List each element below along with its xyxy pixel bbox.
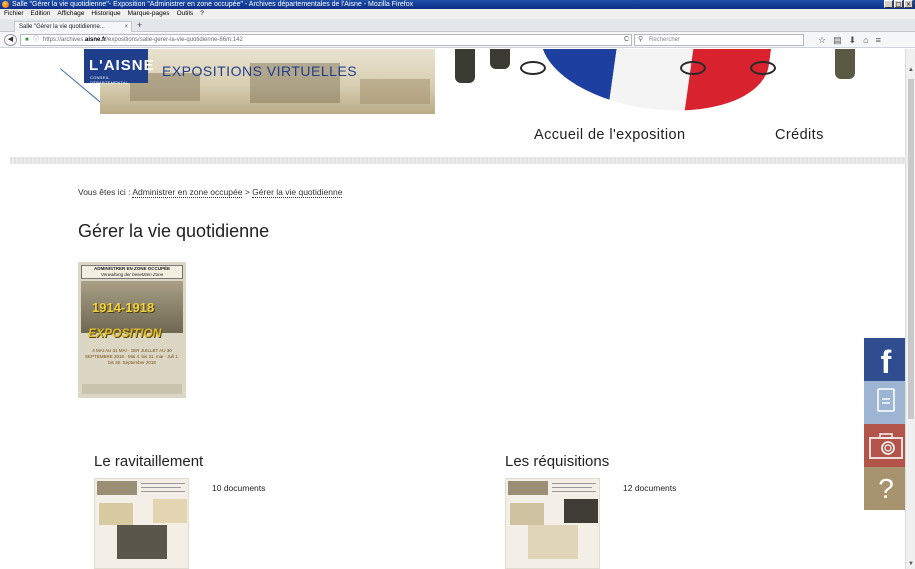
url-prefix: https://archives. — [43, 37, 86, 43]
menu-marque-pages[interactable]: Marque-pages — [128, 9, 170, 19]
breadcrumb-separator: > — [244, 187, 250, 197]
menu-bar: Fichier Edition Affichage Historique Mar… — [0, 9, 915, 19]
scroll-down-icon[interactable]: ▼ — [908, 561, 914, 567]
section-thumbnail-ravitaillement[interactable] — [94, 478, 189, 569]
page-title: Gérer la vie quotidienne — [78, 221, 270, 241]
logo-text: L'AISNE — [89, 57, 155, 74]
breadcrumb-prefix: Vous êtes ici : — [78, 187, 131, 197]
menu-historique[interactable]: Historique — [91, 9, 120, 19]
navigation-bar: ◀ ⓘ ■ https://archives.aisne.fr/expositi… — [0, 32, 915, 48]
maximize-button[interactable]: □ — [894, 0, 903, 8]
breadcrumb: Vous êtes ici : Administrer en zone occu… — [78, 187, 343, 198]
poster-expo-word: EXPOSITION — [88, 326, 162, 340]
search-placeholder: Rechercher — [649, 37, 681, 43]
window-controls: _ □ × — [884, 0, 913, 8]
lock-icon: ■ — [25, 37, 29, 43]
url-path: /expositions/salle-gerer-la-vie-quotidie… — [106, 37, 243, 43]
bookmark-star-icon[interactable]: ☆ — [818, 34, 826, 46]
tab-close-icon[interactable]: × — [124, 22, 128, 32]
camera-icon — [869, 433, 903, 459]
section-count-requisitions: 12 documents — [623, 483, 677, 493]
section-title-ravitaillement[interactable]: Le ravitaillement — [94, 453, 203, 470]
menu-outils[interactable]: Outils — [177, 9, 194, 19]
section-title-requisitions[interactable]: Les réquisitions — [505, 453, 609, 470]
hamburger-menu-icon[interactable]: ≡ — [876, 34, 881, 46]
window-titlebar: Salle "Gérer la vie quotidienne"- Exposi… — [0, 0, 915, 9]
menu-affichage[interactable]: Affichage — [57, 9, 84, 19]
help-button[interactable]: ? — [864, 467, 908, 510]
info-icon[interactable]: ⓘ — [33, 35, 39, 45]
nav-home-exposition[interactable]: Accueil de l'exposition — [534, 127, 685, 143]
logo-subtext: CONSEIL DÉPARTEMENTAL — [90, 75, 129, 85]
nav-credits[interactable]: Crédits — [775, 127, 824, 143]
poster-footer-logos — [82, 384, 182, 394]
new-tab-button[interactable]: + — [137, 20, 142, 31]
url-domain: aisne.fr — [85, 37, 107, 43]
poster-header-line2: Verwaltung der besetzten Zone — [100, 272, 164, 277]
vertical-scrollbar[interactable]: ▲ ▼ — [905, 49, 915, 569]
banner-flag-illustration — [440, 49, 860, 115]
exhibition-poster[interactable]: ADMINISTRER EN ZONE OCCUPÉE Verwaltung d… — [78, 262, 186, 398]
menu-help[interactable]: ? — [200, 9, 204, 19]
download-icon[interactable]: ⬇ — [849, 34, 857, 46]
section-count-ravitaillement: 10 documents — [212, 483, 266, 493]
facebook-share-button[interactable]: f — [864, 338, 908, 381]
web-page: L'AISNE CONSEIL DÉPARTEMENTAL EXPOSITION… — [0, 49, 905, 569]
poster-years: 1914-1918 — [92, 300, 155, 315]
reading-list-icon[interactable]: ▤ — [833, 34, 842, 46]
documents-button[interactable] — [864, 381, 908, 424]
breadcrumb-link-gerer[interactable]: Gérer la vie quotidienne — [252, 187, 343, 198]
minimize-button[interactable]: _ — [884, 0, 893, 8]
expositions-title[interactable]: EXPOSITIONS VIRTUELLES — [162, 63, 357, 79]
search-bar[interactable]: ⚲ Rechercher — [634, 34, 804, 46]
menu-edition[interactable]: Edition — [31, 9, 51, 19]
poster-dates: 4 MAI AU 31 MAI · 1ER JUILLET AU 30 SEPT… — [84, 348, 180, 365]
search-icon: ⚲ — [638, 36, 644, 43]
reload-icon[interactable]: C — [624, 35, 629, 45]
help-icon: ? — [878, 473, 894, 504]
facebook-icon: f — [880, 344, 892, 380]
toolbar-icons: ☆ ▤ ⬇ ⌂ ≡ — [818, 34, 881, 46]
poster-header: ADMINISTRER EN ZONE OCCUPÉE Verwaltung d… — [81, 265, 183, 279]
section-thumbnail-requisitions[interactable] — [505, 478, 600, 569]
menu-fichier[interactable]: Fichier — [4, 9, 24, 19]
document-icon — [877, 388, 895, 412]
close-window-button[interactable]: × — [904, 0, 913, 8]
scrollbar-thumb[interactable] — [908, 79, 914, 419]
tab-strip: Salle "Gérer la vie quotidienne... × + — [0, 19, 915, 32]
breadcrumb-link-administrer[interactable]: Administrer en zone occupée — [132, 187, 243, 198]
tab-label: Salle "Gérer la vie quotidienne... — [19, 24, 105, 30]
url-bar[interactable]: ⓘ ■ https://archives.aisne.fr/exposition… — [20, 34, 632, 46]
window-title: Salle "Gérer la vie quotidienne"- Exposi… — [12, 1, 414, 8]
firefox-icon — [2, 1, 9, 8]
gallery-button[interactable] — [864, 424, 908, 467]
scroll-up-icon[interactable]: ▲ — [908, 67, 914, 73]
home-icon[interactable]: ⌂ — [863, 34, 868, 46]
back-button[interactable]: ◀ — [4, 34, 17, 46]
header-divider — [10, 157, 905, 164]
tab-active[interactable]: Salle "Gérer la vie quotidienne... × — [14, 21, 132, 32]
aisne-logo[interactable]: L'AISNE CONSEIL DÉPARTEMENTAL — [84, 49, 154, 85]
exhibition-nav: Accueil de l'exposition Crédits — [0, 111, 905, 157]
